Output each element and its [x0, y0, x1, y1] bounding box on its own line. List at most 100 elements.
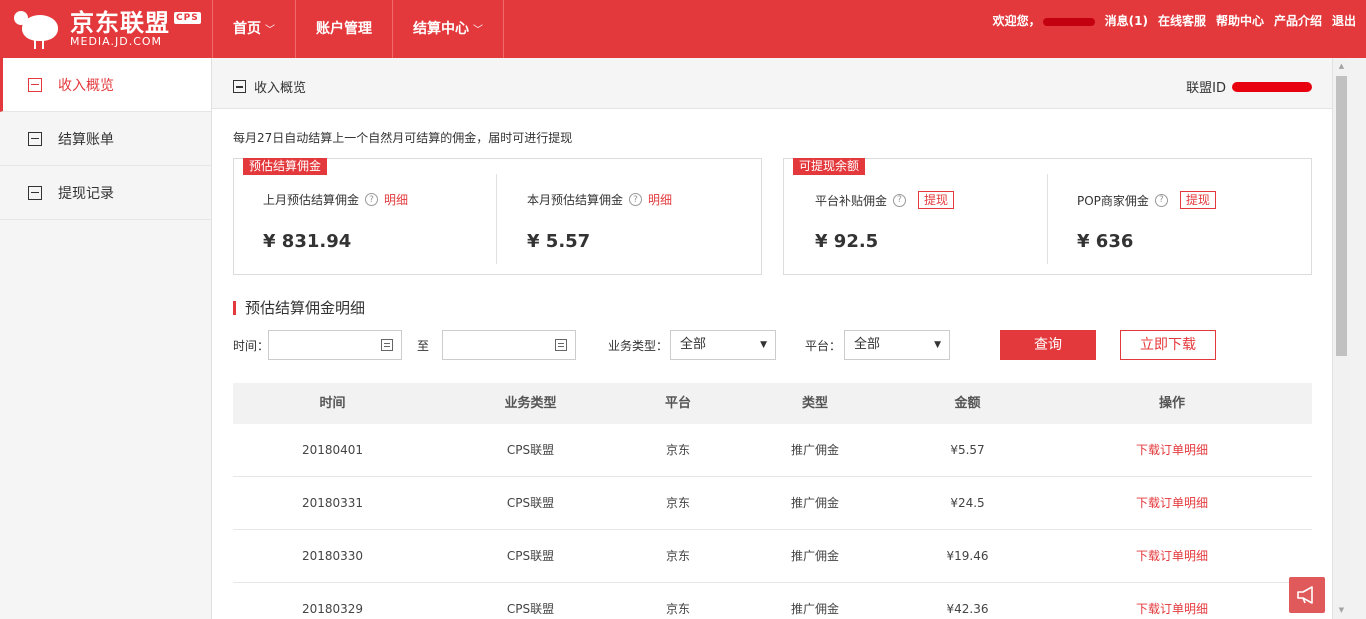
sidebar-item-label: 提现记录 — [58, 185, 114, 202]
table-cell: ¥24.5 — [950, 496, 985, 510]
vertical-scrollbar[interactable]: ▲ ▼ — [1332, 58, 1349, 619]
last-month-detail-link[interactable]: 明细 — [384, 191, 408, 208]
table-cell: 京东 — [665, 443, 690, 457]
panel-tag: 可提现余额 — [793, 158, 866, 175]
download-order-link[interactable]: 下载订单明细 — [1032, 583, 1312, 619]
platform-select[interactable]: 全部 ▼ — [844, 330, 950, 360]
dropdown-arrow-icon: ▼ — [760, 340, 767, 350]
platform-subsidy-label: 平台补贴佣金 ? 提现 — [815, 191, 955, 209]
sidebar-item-bills[interactable]: 结算账单 — [0, 112, 211, 166]
table-cell: 京东 — [665, 549, 690, 563]
sidebar-item-label: 收入概览 — [58, 77, 114, 94]
download-order-link[interactable]: 下载订单明细 — [1032, 424, 1312, 476]
nav-home[interactable]: 首页 ﹀ — [212, 0, 296, 58]
megaphone-icon — [1297, 586, 1313, 604]
this-month-label: 本月预估结算佣金 ? 明细 — [527, 191, 673, 208]
page-title: 收入概览 — [254, 81, 307, 96]
sidebar-item-withdraw-records[interactable]: 提现记录 — [0, 166, 211, 220]
scroll-down-icon[interactable]: ▼ — [1333, 602, 1350, 619]
sidebar: 收入概览 结算账单 提现记录 — [0, 58, 212, 619]
table-cell: CPS联盟 — [506, 443, 555, 457]
table-cell: 20180329 — [301, 602, 364, 616]
table-cell: ¥42.36 — [946, 602, 989, 616]
table-header: 时间 业务类型 平台 类型 金额 操作 — [233, 383, 1312, 424]
scrollbar-thumb[interactable] — [1336, 76, 1347, 356]
download-button[interactable]: 立即下载 — [1120, 330, 1216, 360]
brand-domain: MEDIA.JD.COM — [70, 35, 163, 48]
product-link[interactable]: 产品介绍 — [1274, 12, 1322, 29]
table-cell: 京东 — [665, 602, 690, 616]
question-icon[interactable]: ? — [893, 193, 907, 207]
sidebar-item-income[interactable]: 收入概览 — [0, 58, 211, 112]
business-type-select[interactable]: 全部 ▼ — [670, 330, 776, 360]
column-header: 业务类型 — [504, 396, 557, 411]
download-order-link[interactable]: 下载订单明细 — [1032, 530, 1312, 582]
redacted-username — [1042, 17, 1095, 26]
table-row: 20180330 CPS联盟 京东 推广佣金 ¥19.46 下载订单明细 — [233, 530, 1312, 583]
brand-name: 京东联盟 — [70, 9, 170, 37]
last-month-value: ¥ 831.94 — [263, 231, 352, 252]
to-label: 至 — [417, 339, 430, 353]
dropdown-arrow-icon: ▼ — [934, 340, 941, 350]
divider — [1047, 174, 1048, 264]
settlement-notice: 每月27日自动结算上一个自然月可结算的佣金，届时可进行提现 — [233, 131, 573, 145]
question-icon[interactable]: ? — [1154, 193, 1168, 207]
feedback-button[interactable] — [1289, 577, 1325, 613]
download-order-link[interactable]: 下载订单明细 — [1032, 477, 1312, 529]
table-row: 20180331 CPS联盟 京东 推广佣金 ¥24.5 下载订单明细 — [233, 477, 1312, 530]
platform-label: 平台： — [805, 339, 842, 353]
business-type-label: 业务类型： — [608, 339, 669, 353]
jd-dog-icon — [14, 7, 66, 51]
logout-link[interactable]: 退出 — [1332, 12, 1356, 29]
divider — [496, 174, 497, 264]
jd-union-logo[interactable]: 京东联盟 CPS MEDIA.JD.COM — [0, 0, 212, 58]
this-month-value: ¥ 5.57 — [527, 231, 591, 252]
last-month-label: 上月预估结算佣金 ? 明细 — [263, 191, 409, 208]
table-cell: ¥5.57 — [950, 443, 985, 457]
column-header: 时间 — [319, 396, 346, 411]
panel-tag: 预估结算佣金 — [243, 158, 328, 175]
query-button[interactable]: 查询 — [1000, 330, 1096, 360]
messages-link[interactable]: 消息(1) — [1105, 12, 1148, 29]
table-cell: 20180330 — [301, 549, 364, 563]
service-link[interactable]: 在线客服 — [1158, 12, 1206, 29]
income-icon — [28, 77, 42, 92]
cps-badge: CPS — [174, 12, 201, 24]
bill-icon — [28, 131, 42, 146]
calendar-icon[interactable] — [381, 339, 393, 351]
scroll-up-icon[interactable]: ▲ — [1333, 58, 1350, 75]
column-header: 平台 — [664, 396, 691, 411]
page-gutter — [1349, 58, 1366, 619]
table-cell: 京东 — [665, 496, 690, 510]
nav-settlement[interactable]: 结算中心 ﹀ — [393, 0, 504, 58]
chevron-down-icon: ﹀ — [473, 25, 483, 36]
top-bar: 京东联盟 CPS MEDIA.JD.COM 首页 ﹀ 账户管理 结算中心 ﹀ 欢迎您，… — [0, 0, 1366, 58]
platform-withdraw-button[interactable]: 提现 — [918, 191, 955, 209]
calendar-icon[interactable] — [555, 339, 567, 351]
table-row: 20180329 CPS联盟 京东 推广佣金 ¥42.36 下载订单明细 — [233, 583, 1312, 619]
end-date-input[interactable] — [442, 330, 576, 360]
commission-table: 时间 业务类型 平台 类型 金额 操作 20180401 CPS联盟 京东 推广… — [233, 383, 1312, 619]
pop-merchant-label: POP商家佣金 ? 提现 — [1077, 191, 1216, 209]
this-month-detail-link[interactable]: 明细 — [648, 191, 672, 208]
nav-account[interactable]: 账户管理 — [296, 0, 393, 58]
union-id: 联盟ID — [1186, 77, 1312, 96]
withdrawable-balance-panel: 可提现余额 平台补贴佣金 ? 提现 ¥ 92.5 POP商家佣金 ? 提现 ¥ … — [783, 158, 1312, 275]
table-cell: 推广佣金 — [790, 602, 839, 616]
question-icon[interactable]: ? — [365, 193, 379, 206]
welcome-text: 欢迎您， — [993, 12, 1095, 29]
pop-withdraw-button[interactable]: 提现 — [1179, 191, 1216, 209]
breadcrumb-bar: 收入概览 联盟ID — [212, 58, 1332, 109]
help-link[interactable]: 帮助中心 — [1216, 12, 1264, 29]
column-header: 类型 — [801, 396, 828, 411]
pop-merchant-value: ¥ 636 — [1077, 231, 1134, 252]
question-icon[interactable]: ? — [629, 193, 643, 206]
table-cell: CPS联盟 — [506, 496, 555, 510]
withdraw-record-icon — [28, 185, 42, 200]
platform-subsidy-value: ¥ 92.5 — [815, 231, 879, 252]
start-date-input[interactable] — [268, 330, 402, 360]
main-nav: 首页 ﹀ 账户管理 结算中心 ﹀ — [212, 0, 504, 58]
table-cell: 推广佣金 — [790, 443, 839, 457]
sidebar-item-label: 结算账单 — [58, 131, 114, 148]
section-title: 预估结算佣金明细 — [233, 297, 365, 318]
